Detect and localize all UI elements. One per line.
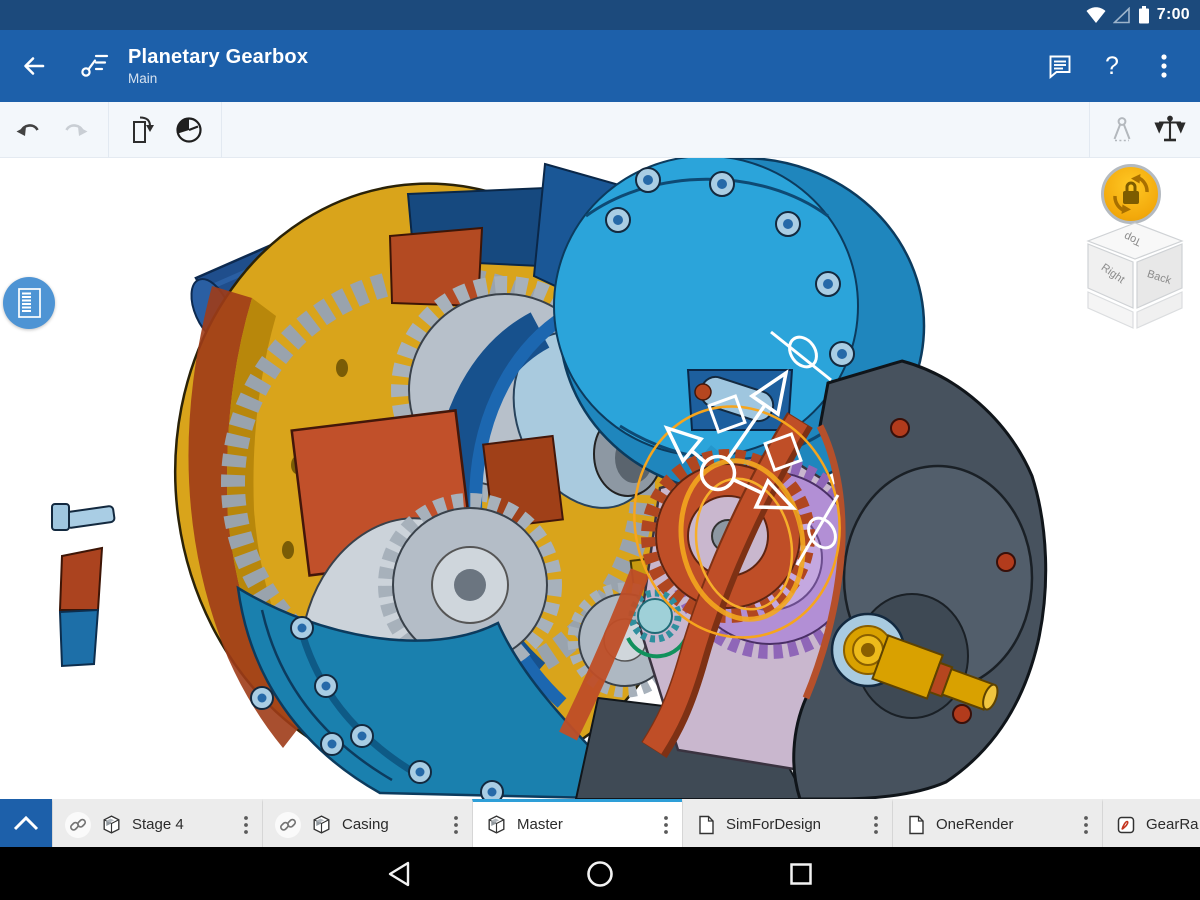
tab-bar: Stage 4 Casing Maste (0, 799, 1200, 847)
overflow-menu-button[interactable] (1140, 42, 1188, 90)
import-button[interactable] (117, 106, 165, 154)
redo-button[interactable] (52, 106, 100, 154)
tab-casing[interactable]: Casing (262, 799, 472, 847)
tab-master[interactable]: Master (472, 799, 682, 847)
workspace-tree-icon (78, 48, 110, 85)
pdf-icon (1115, 814, 1137, 836)
mass-properties-button[interactable] (1146, 106, 1194, 154)
tab-menu-button[interactable] (650, 802, 682, 847)
nav-home-button[interactable] (580, 854, 620, 894)
status-bar: 7:00 (0, 0, 1200, 30)
workspace-name: Main (128, 71, 308, 86)
rotation-lock-button[interactable] (1101, 164, 1161, 224)
redo-icon (61, 115, 91, 145)
tab-menu-button[interactable] (230, 802, 262, 847)
assembly-icon (100, 813, 123, 836)
back-arrow-icon (21, 53, 47, 79)
clock-time: 7:00 (1157, 6, 1190, 24)
wifi-icon (1086, 7, 1106, 24)
battery-icon (1138, 6, 1150, 24)
link-icon (275, 812, 301, 838)
document-icon (905, 814, 927, 836)
gearbox-model[interactable] (0, 158, 1200, 799)
tab-label: Casing (342, 816, 389, 833)
mass-properties-icon (1154, 114, 1186, 146)
help-button[interactable]: ? (1088, 42, 1136, 90)
tab-stage-4[interactable]: Stage 4 (52, 799, 262, 847)
back-button[interactable] (10, 42, 58, 90)
cell-signal-icon (1113, 7, 1131, 24)
app-bar: Planetary Gearbox Main ? (0, 30, 1200, 102)
measure-button[interactable] (1098, 106, 1146, 154)
feature-list-button[interactable] (3, 277, 55, 329)
tab-label: SimForDesign (726, 816, 821, 833)
nav-back-button[interactable] (379, 854, 419, 894)
tab-onerender[interactable]: OneRender (892, 799, 1102, 847)
tab-menu-button[interactable] (860, 802, 892, 847)
tab-label: GearRa (1146, 816, 1199, 833)
tab-gearratings[interactable]: GearRa (1102, 799, 1200, 847)
document-title: Planetary Gearbox (128, 46, 308, 69)
comment-icon (1047, 53, 1073, 79)
rotation-lock-icon (1109, 172, 1153, 216)
tab-menu-button[interactable] (1070, 802, 1102, 847)
link-icon (65, 812, 91, 838)
tab-label: Master (517, 816, 563, 833)
nav-back-icon (387, 861, 411, 887)
tab-label: Stage 4 (132, 816, 184, 833)
tab-simfordesign[interactable]: SimForDesign (682, 799, 892, 847)
tab-menu-button[interactable] (440, 802, 472, 847)
android-nav-bar (0, 847, 1200, 900)
assembly-icon (310, 813, 333, 836)
chevron-up-icon (11, 815, 41, 831)
undo-button[interactable] (4, 106, 52, 154)
feature-list-icon (14, 286, 44, 320)
document-icon (695, 814, 717, 836)
history-button[interactable] (165, 106, 213, 154)
comments-button[interactable] (1036, 42, 1084, 90)
overflow-menu-icon (1160, 53, 1168, 79)
toolbar (0, 102, 1200, 158)
undo-icon (13, 115, 43, 145)
nav-recents-icon (789, 862, 813, 886)
nav-recents-button[interactable] (781, 854, 821, 894)
expand-panel-button[interactable] (0, 799, 52, 847)
history-icon (173, 114, 205, 146)
nav-home-icon (586, 860, 614, 888)
view-cube[interactable]: Top Right Back (1083, 220, 1187, 332)
measure-icon (1106, 114, 1138, 146)
model-canvas[interactable]: Top Right Back (0, 158, 1200, 799)
import-icon (125, 114, 157, 146)
assembly-icon (485, 813, 508, 836)
title-block: Planetary Gearbox Main (128, 46, 308, 86)
tab-label: OneRender (936, 816, 1014, 833)
